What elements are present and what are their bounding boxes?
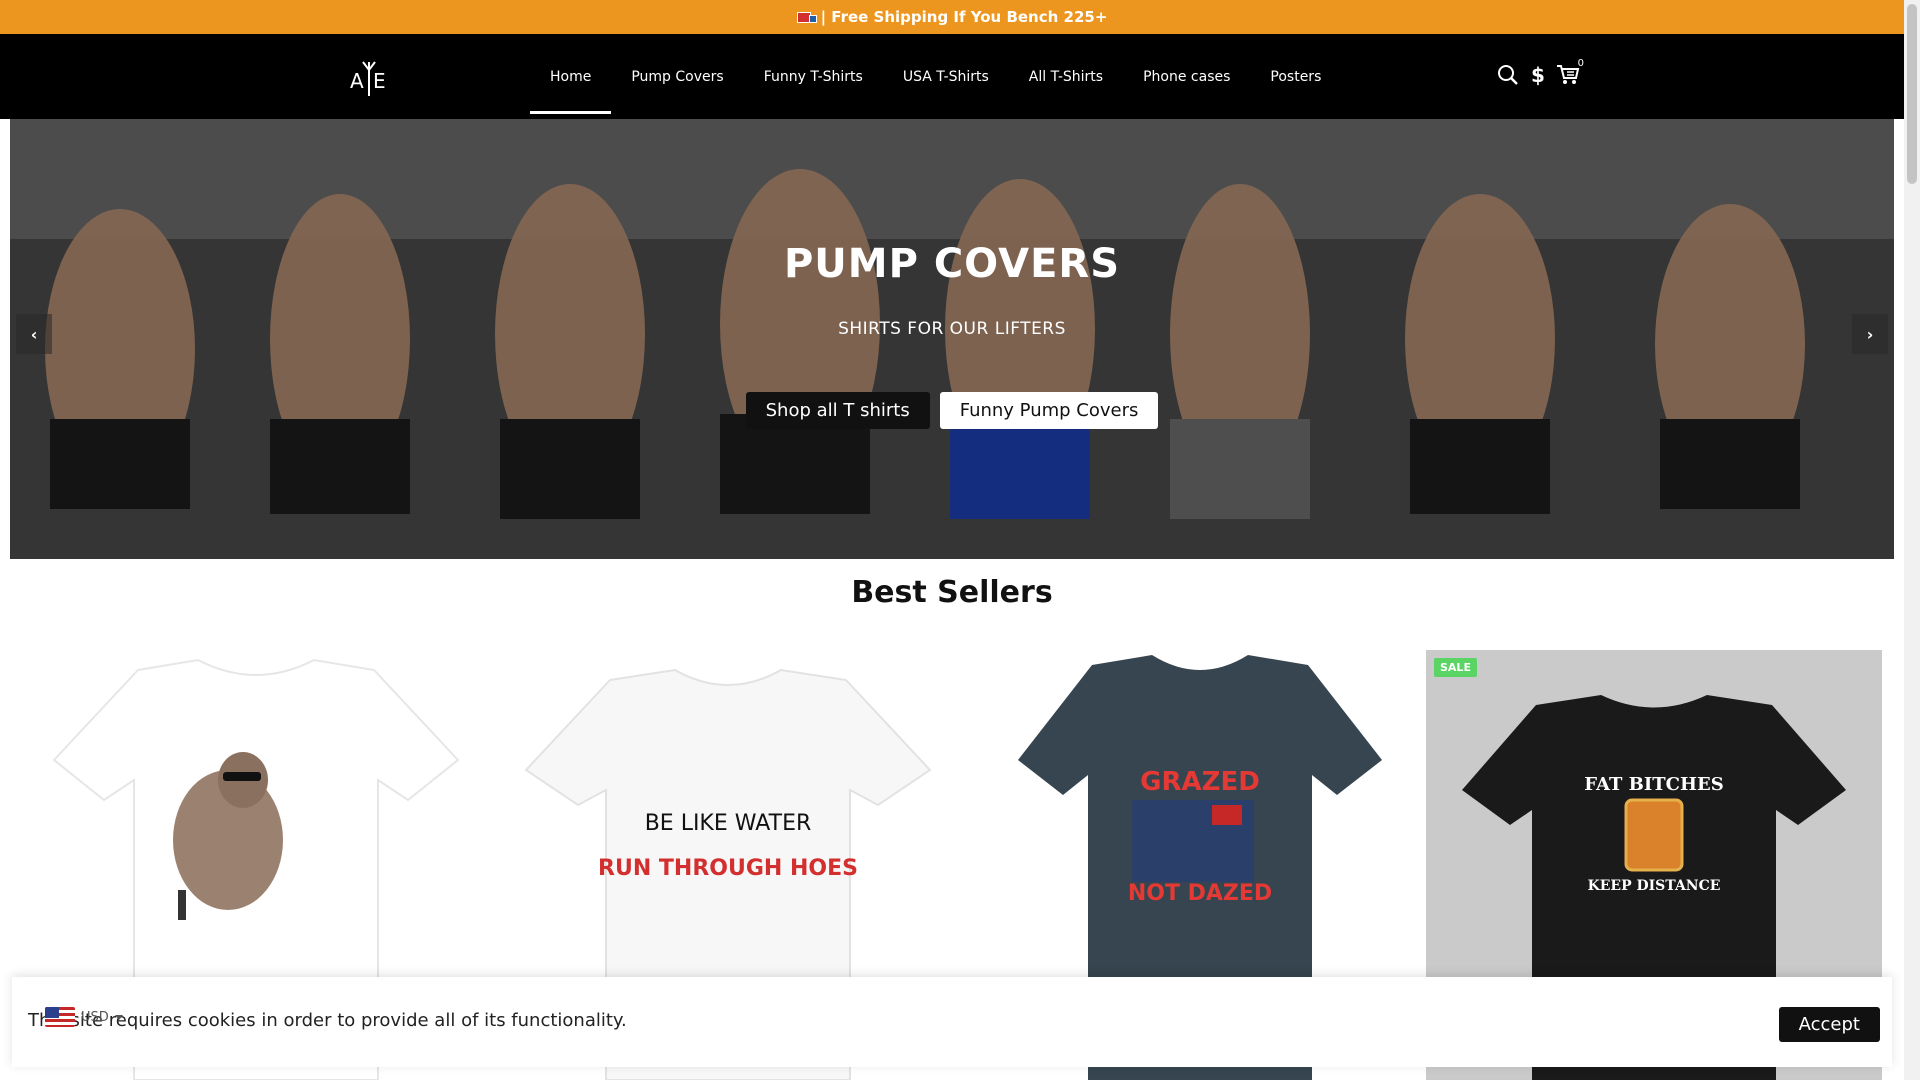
nav-phone-cases[interactable]: Phone cases bbox=[1123, 34, 1250, 119]
announcement-text: | Free Shipping If You Bench 225+ bbox=[820, 8, 1108, 26]
page-scrollbar[interactable] bbox=[1904, 0, 1920, 1080]
shirt-print-bottom: NOT DAZED bbox=[1128, 881, 1272, 906]
nav-home[interactable]: Home bbox=[530, 34, 612, 119]
currency-code: USD bbox=[81, 1009, 109, 1025]
caret-down-icon bbox=[114, 1014, 123, 1020]
scrollbar-thumb[interactable] bbox=[1907, 4, 1917, 184]
cookie-banner: This site requires cookies in order to p… bbox=[12, 977, 1892, 1067]
nav-posters[interactable]: Posters bbox=[1250, 34, 1341, 119]
hero-buttons: Shop all T shirts Funny Pump Covers bbox=[10, 392, 1894, 429]
shirt-print-top: BE LIKE WATER bbox=[645, 811, 812, 836]
nav-funny-t-shirts[interactable]: Funny T-Shirts bbox=[744, 34, 883, 119]
shirt-print-top: GRAZED bbox=[1140, 767, 1260, 797]
best-sellers-title: Best Sellers bbox=[851, 575, 1053, 610]
main-nav: Home Pump Covers Funny T-Shirts USA T-Sh… bbox=[530, 34, 1341, 119]
currency-icon[interactable]: $ bbox=[1526, 62, 1550, 88]
search-icon[interactable] bbox=[1496, 62, 1520, 88]
truck-icon bbox=[796, 11, 817, 23]
svg-text:A: A bbox=[350, 69, 364, 93]
currency-selector[interactable]: USD bbox=[45, 1007, 123, 1027]
cart-count: 0 bbox=[1577, 58, 1584, 69]
nav-pump-covers[interactable]: Pump Covers bbox=[611, 34, 743, 119]
nav-all-t-shirts[interactable]: All T-Shirts bbox=[1009, 34, 1123, 119]
sale-badge: SALE bbox=[1434, 658, 1477, 677]
shirt-print-bottom: KEEP DISTANCE bbox=[1588, 878, 1721, 894]
site-header: A E Home Pump Covers Funny T-Shirts USA … bbox=[0, 34, 1904, 119]
hero-title: PUMP COVERS bbox=[783, 241, 1121, 287]
shop-all-button[interactable]: Shop all T shirts bbox=[745, 392, 930, 429]
header-icons: $ 0 bbox=[1496, 58, 1584, 88]
hero-banner: ‹ › PUMP COVERS SHIRTS FOR OUR LIFTERS S… bbox=[10, 119, 1894, 559]
shirt-print-bottom: RUN THROUGH HOES bbox=[598, 856, 858, 881]
funny-pump-covers-button[interactable]: Funny Pump Covers bbox=[939, 392, 1159, 429]
hero-subtitle: SHIRTS FOR OUR LIFTERS bbox=[838, 319, 1066, 339]
cart-icon[interactable]: 0 bbox=[1556, 58, 1584, 88]
accept-cookies-button[interactable]: Accept bbox=[1778, 1007, 1880, 1042]
svg-text:E: E bbox=[373, 69, 386, 93]
announcement-bar: | Free Shipping If You Bench 225+ bbox=[0, 0, 1904, 34]
svg-text:$: $ bbox=[1531, 63, 1545, 87]
shirt-print-top: FAT BITCHES bbox=[1584, 774, 1723, 795]
nav-usa-t-shirts[interactable]: USA T-Shirts bbox=[883, 34, 1009, 119]
logo[interactable]: A E bbox=[348, 58, 390, 98]
us-flag-icon bbox=[45, 1007, 75, 1027]
